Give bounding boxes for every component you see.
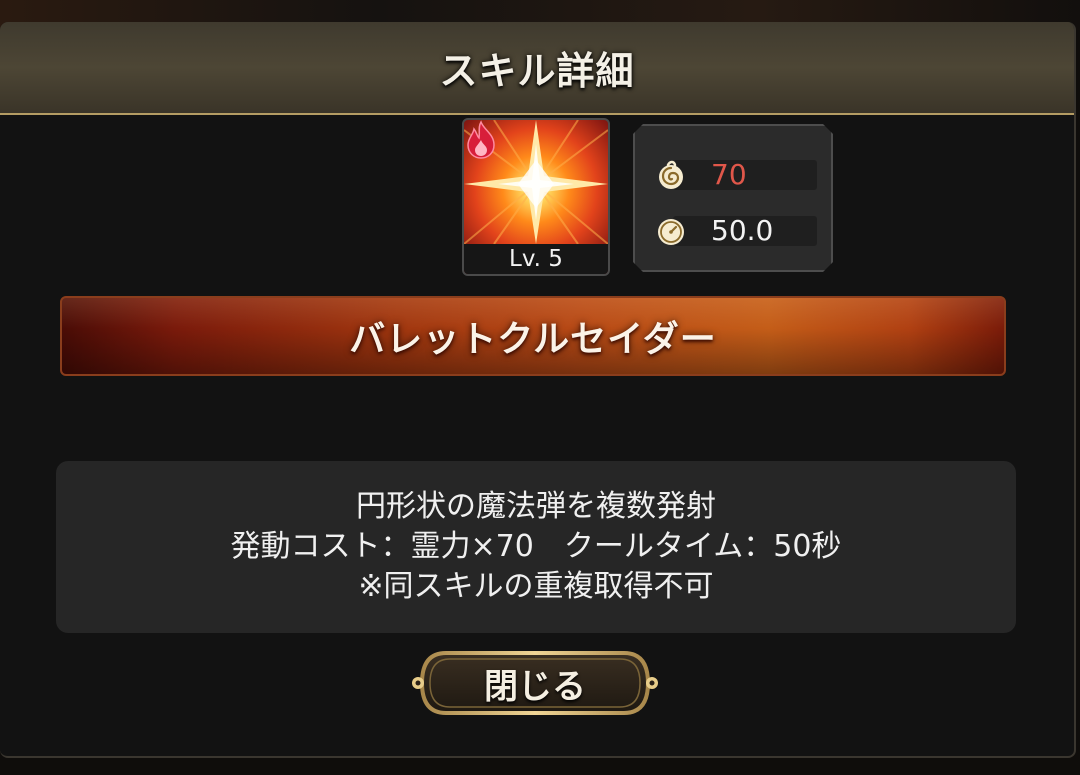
close-button[interactable]: 閉じる — [410, 647, 660, 719]
dialog-header: スキル詳細 — [0, 22, 1074, 115]
skill-level-label: Lv. 5 — [464, 244, 608, 274]
description-line: ※同スキルの重複取得不可 — [358, 569, 714, 604]
cost-value: 70 — [711, 158, 747, 191]
skill-stats-panel: 70 50.0 — [633, 124, 833, 272]
fire-element-icon — [467, 120, 495, 159]
spirit-swirl-icon — [653, 157, 689, 193]
cooldown-stat-row: 50.0 — [653, 214, 817, 248]
description-line: 発動コスト：霊力×70 クールタイム：50秒 — [230, 529, 842, 564]
cost-stat-row: 70 — [653, 158, 817, 192]
skill-name: バレットクルセイダー — [349, 319, 717, 360]
cooldown-value: 50.0 — [711, 214, 774, 247]
skill-name-banner: バレットクルセイダー — [60, 296, 1006, 376]
dialog-title: スキル詳細 — [439, 49, 635, 93]
stopwatch-icon — [653, 213, 689, 249]
description-line: 円形状の魔法弾を複数発射 — [356, 489, 716, 524]
close-button-label[interactable]: 閉じる — [410, 647, 660, 719]
skill-description-box: 円形状の魔法弾を複数発射 発動コスト：霊力×70 クールタイム：50秒 ※同スキ… — [56, 461, 1016, 633]
skill-icon: Lv. 5 — [462, 118, 610, 276]
